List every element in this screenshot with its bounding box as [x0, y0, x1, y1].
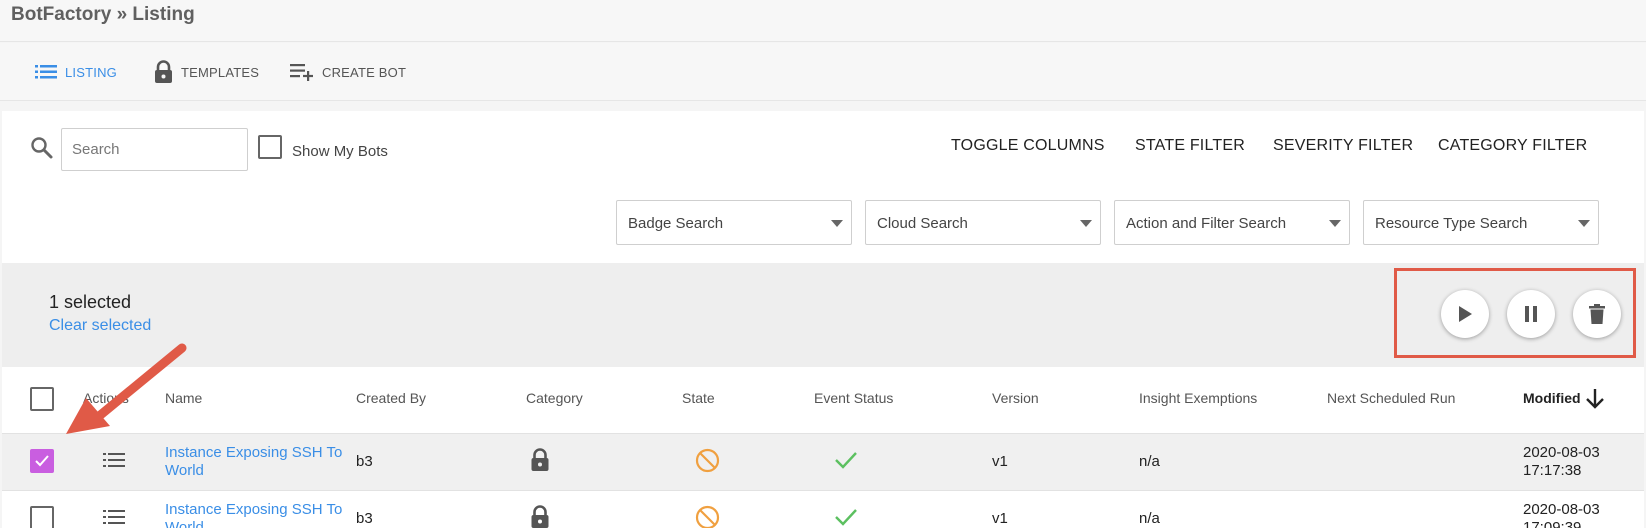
tab-listing-label: LISTING: [65, 64, 117, 80]
disabled-icon: [695, 505, 720, 528]
dropdown-caret-icon: [1080, 220, 1092, 227]
column-header-name[interactable]: Name: [165, 390, 202, 406]
top-bar: BotFactory » Listing: [0, 0, 1646, 42]
resource-type-search-label: Resource Type Search: [1375, 215, 1528, 232]
pause-button[interactable]: [1507, 290, 1555, 338]
column-header-state[interactable]: State: [682, 390, 715, 406]
tab-templates[interactable]: TEMPLATES: [154, 57, 259, 87]
list-icon: [35, 65, 57, 79]
state-filter-button[interactable]: STATE FILTER: [1135, 137, 1245, 155]
row-actions-menu-icon[interactable]: [103, 509, 125, 525]
show-my-bots-label: Show My Bots: [292, 143, 388, 160]
dropdown-caret-icon: [1578, 220, 1590, 227]
row-actions-menu-icon[interactable]: [103, 452, 125, 468]
delete-button[interactable]: [1573, 290, 1621, 338]
delete-icon: [1589, 304, 1605, 324]
lock-icon: [155, 60, 172, 83]
cloud-search-select[interactable]: Cloud Search: [865, 200, 1101, 245]
insight-exemptions-cell: n/a: [1139, 453, 1160, 470]
tab-create-bot-label: CREATE BOT: [322, 64, 407, 80]
clear-selected-link[interactable]: Clear selected: [49, 317, 151, 335]
badge-search-label: Badge Search: [628, 215, 724, 232]
nav-bar: LISTING TEMPLATES CREATE BOT: [0, 43, 1646, 101]
action-filter-search-label: Action and Filter Search: [1126, 215, 1287, 232]
column-header-modified[interactable]: Modified: [1523, 390, 1581, 406]
row-checkbox[interactable]: [30, 449, 54, 473]
cloud-search-label: Cloud Search: [877, 215, 968, 232]
created-by-cell: b3: [356, 453, 373, 470]
arrow-down-icon[interactable]: [1585, 388, 1605, 410]
select-all-checkbox[interactable]: [30, 387, 54, 411]
modified-time-cell: 17:17:38: [1523, 462, 1582, 479]
column-header-event-status[interactable]: Event Status: [814, 390, 893, 406]
insight-exemptions-cell: n/a: [1139, 510, 1160, 527]
column-header-category[interactable]: Category: [526, 390, 583, 406]
bot-name-link[interactable]: Instance Exposing SSH To World: [165, 501, 345, 528]
search-icon: [31, 137, 53, 159]
pause-icon: [1525, 306, 1537, 322]
check-icon: [835, 452, 857, 469]
category-filter-button[interactable]: CATEGORY FILTER: [1438, 137, 1587, 155]
show-my-bots-checkbox[interactable]: [258, 135, 282, 159]
action-filter-search-select[interactable]: Action and Filter Search: [1114, 200, 1350, 245]
toggle-columns-button[interactable]: TOGGLE COLUMNS: [951, 137, 1105, 155]
lock-icon: [531, 448, 549, 471]
version-cell: v1: [992, 453, 1008, 470]
run-button[interactable]: [1441, 290, 1489, 338]
severity-filter-button[interactable]: SEVERITY FILTER: [1273, 137, 1413, 155]
column-header-actions: Actions: [83, 390, 129, 406]
play-icon: [1459, 306, 1472, 322]
column-header-next-scheduled-run[interactable]: Next Scheduled Run: [1327, 390, 1455, 406]
resource-type-search-select[interactable]: Resource Type Search: [1363, 200, 1599, 245]
modified-date-cell: 2020-08-03: [1523, 501, 1600, 518]
selected-count: 1 selected: [49, 292, 132, 312]
lock-icon: [531, 505, 549, 528]
tab-listing[interactable]: LISTING: [35, 57, 117, 87]
row-checkbox[interactable]: [30, 506, 54, 528]
bot-name-link[interactable]: Instance Exposing SSH To World: [165, 444, 345, 480]
playlist-add-icon: [290, 64, 313, 81]
column-header-created-by[interactable]: Created By: [356, 390, 426, 406]
column-header-insight-exemptions[interactable]: Insight Exemptions: [1139, 390, 1257, 406]
check-icon: [35, 455, 49, 467]
tab-create-bot[interactable]: CREATE BOT: [290, 57, 406, 87]
search-input[interactable]: [61, 128, 248, 171]
badge-search-select[interactable]: Badge Search: [616, 200, 852, 245]
page-title: BotFactory » Listing: [11, 4, 195, 25]
version-cell: v1: [992, 510, 1008, 527]
check-icon: [835, 509, 857, 526]
modified-date-cell: 2020-08-03: [1523, 444, 1600, 461]
dropdown-caret-icon: [1329, 220, 1341, 227]
dropdown-caret-icon: [831, 220, 843, 227]
column-header-version[interactable]: Version: [992, 390, 1039, 406]
created-by-cell: b3: [356, 510, 373, 527]
disabled-icon: [695, 448, 720, 473]
tab-templates-label: TEMPLATES: [181, 64, 260, 80]
modified-time-cell: 17:09:39: [1523, 519, 1582, 528]
